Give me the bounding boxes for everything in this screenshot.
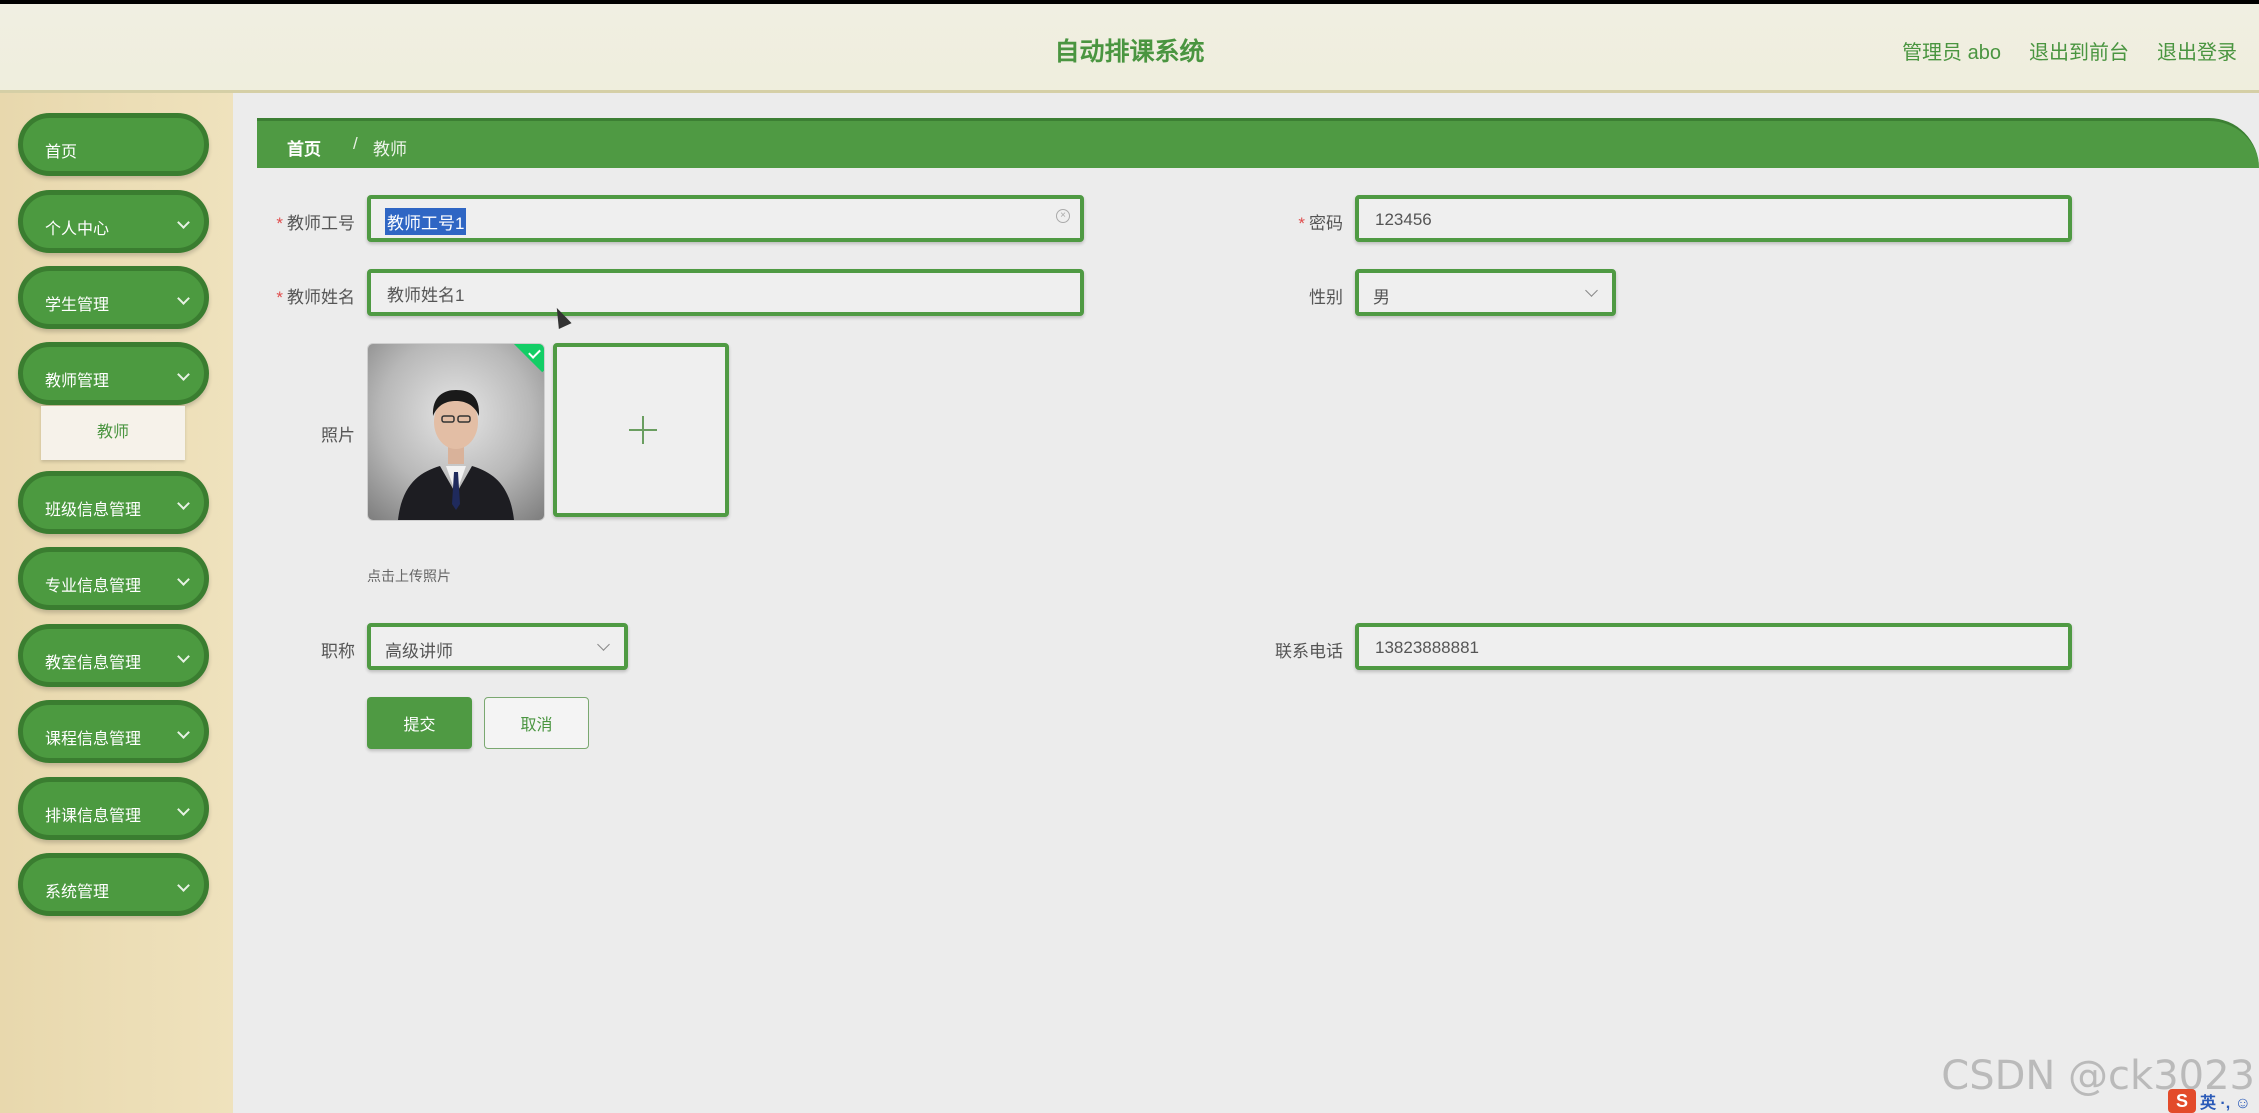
breadcrumb-home[interactable]: 首页 <box>287 135 321 160</box>
sidebar-item-label: 系统管理 <box>45 884 110 901</box>
main-content: 首页 / 教师 *教师工号 教师工号1 × *密码 *教师姓名 性别 男 照片 <box>233 93 2259 1113</box>
breadcrumb: 首页 / 教师 <box>257 118 2259 168</box>
gender-select[interactable]: 男 <box>1355 269 1616 316</box>
breadcrumb-current: 教师 <box>373 140 407 159</box>
sidebar-item-teacher-management[interactable]: 教师管理 <box>18 342 209 405</box>
phone-input[interactable] <box>1373 627 2026 668</box>
chevron-down-icon <box>177 726 190 739</box>
sidebar: 首页 个人中心 学生管理 教师管理 教师 班级信息管理 专业信息管理 教室信息管… <box>0 93 233 1113</box>
chevron-down-icon <box>597 638 610 651</box>
title-label: 职称 <box>321 642 355 661</box>
sidebar-item-major-info[interactable]: 专业信息管理 <box>18 547 209 610</box>
uploaded-teacher-photo[interactable] <box>367 343 545 521</box>
gender-label: 性别 <box>1309 288 1343 307</box>
sidebar-item-label: 学生管理 <box>45 297 110 314</box>
chevron-down-icon <box>177 879 190 892</box>
logout-link[interactable]: 退出登录 <box>2157 36 2237 65</box>
required-mark: * <box>276 288 283 307</box>
photo-upload-button[interactable] <box>553 343 729 517</box>
teacher-id-label-text: 教师工号 <box>287 214 355 233</box>
back-to-frontend-link[interactable]: 退出到前台 <box>2029 36 2129 65</box>
required-mark: * <box>276 214 283 233</box>
sidebar-item-course-info[interactable]: 课程信息管理 <box>18 700 209 763</box>
sidebar-item-label: 首页 <box>45 144 78 161</box>
title-selected-value: 高级讲师 <box>385 642 453 661</box>
photo-label: 照片 <box>321 426 355 445</box>
sidebar-item-classroom-info[interactable]: 教室信息管理 <box>18 624 209 687</box>
sidebar-item-label: 专业信息管理 <box>45 578 142 595</box>
password-label-text: 密码 <box>1309 214 1343 233</box>
sidebar-item-label: 排课信息管理 <box>45 808 142 825</box>
teacher-id-label: * 教师工号 <box>271 209 355 234</box>
teacher-id-field[interactable]: 教师工号1 × <box>367 195 1084 242</box>
admin-user-link[interactable]: 管理员 abo <box>1902 36 2001 65</box>
password-label: * 密码 <box>1273 209 1343 234</box>
chevron-down-icon <box>177 497 190 510</box>
chevron-down-icon <box>177 292 190 305</box>
breadcrumb-separator: / <box>353 134 358 153</box>
phone-label: 联系电话 <box>1275 642 1343 661</box>
chevron-down-icon <box>177 650 190 663</box>
plus-icon-vertical <box>642 416 644 444</box>
teacher-id-selected-value[interactable]: 教师工号1 <box>385 208 467 235</box>
clear-icon[interactable]: × <box>1056 209 1070 223</box>
submit-button[interactable]: 提交 <box>367 697 472 749</box>
chevron-down-icon <box>1585 284 1598 297</box>
sidebar-item-label: 教师管理 <box>45 373 110 390</box>
required-mark: * <box>1298 214 1305 233</box>
teacher-name-input[interactable] <box>385 273 1038 314</box>
password-field[interactable] <box>1355 195 2072 242</box>
header-links: 管理员 abo 退出到前台 退出登录 <box>1902 36 2237 65</box>
title-select[interactable]: 高级讲师 <box>367 623 628 670</box>
chevron-down-icon <box>177 216 190 229</box>
sidebar-item-class-info[interactable]: 班级信息管理 <box>18 471 209 534</box>
sidebar-item-label: 课程信息管理 <box>45 731 142 748</box>
sidebar-item-schedule-info[interactable]: 排课信息管理 <box>18 777 209 840</box>
cancel-button[interactable]: 取消 <box>484 697 589 749</box>
chevron-down-icon <box>177 573 190 586</box>
sidebar-item-system-management[interactable]: 系统管理 <box>18 853 209 916</box>
ime-indicator[interactable]: S 英 ·, ☺ <box>2167 1089 2251 1113</box>
sidebar-item-home[interactable]: 首页 <box>18 113 209 176</box>
sidebar-item-label: 教室信息管理 <box>45 655 142 672</box>
password-input[interactable] <box>1373 199 2026 240</box>
teacher-portrait-icon <box>398 390 514 520</box>
ime-status-text: 英 ·, ☺ <box>2199 1095 2251 1112</box>
submenu-item-teacher[interactable]: 教师 <box>41 406 185 460</box>
teacher-name-label: * 教师姓名 <box>271 283 355 308</box>
chevron-down-icon <box>177 803 190 816</box>
sidebar-item-label: 班级信息管理 <box>45 502 142 519</box>
sidebar-item-student-management[interactable]: 学生管理 <box>18 266 209 329</box>
sogou-ime-icon: S <box>2167 1089 2196 1113</box>
photo-upload-hint: 点击上传照片 <box>367 568 451 584</box>
phone-field[interactable] <box>1355 623 2072 670</box>
teacher-name-field[interactable] <box>367 269 1084 316</box>
gender-selected-value: 男 <box>1373 288 1390 307</box>
chevron-down-icon <box>177 368 190 381</box>
sidebar-item-label: 个人中心 <box>45 221 110 238</box>
sidebar-item-personal-center[interactable]: 个人中心 <box>18 190 209 253</box>
top-header: 自动排课系统 管理员 abo 退出到前台 退出登录 <box>0 0 2259 93</box>
teacher-name-label-text: 教师姓名 <box>287 288 355 307</box>
